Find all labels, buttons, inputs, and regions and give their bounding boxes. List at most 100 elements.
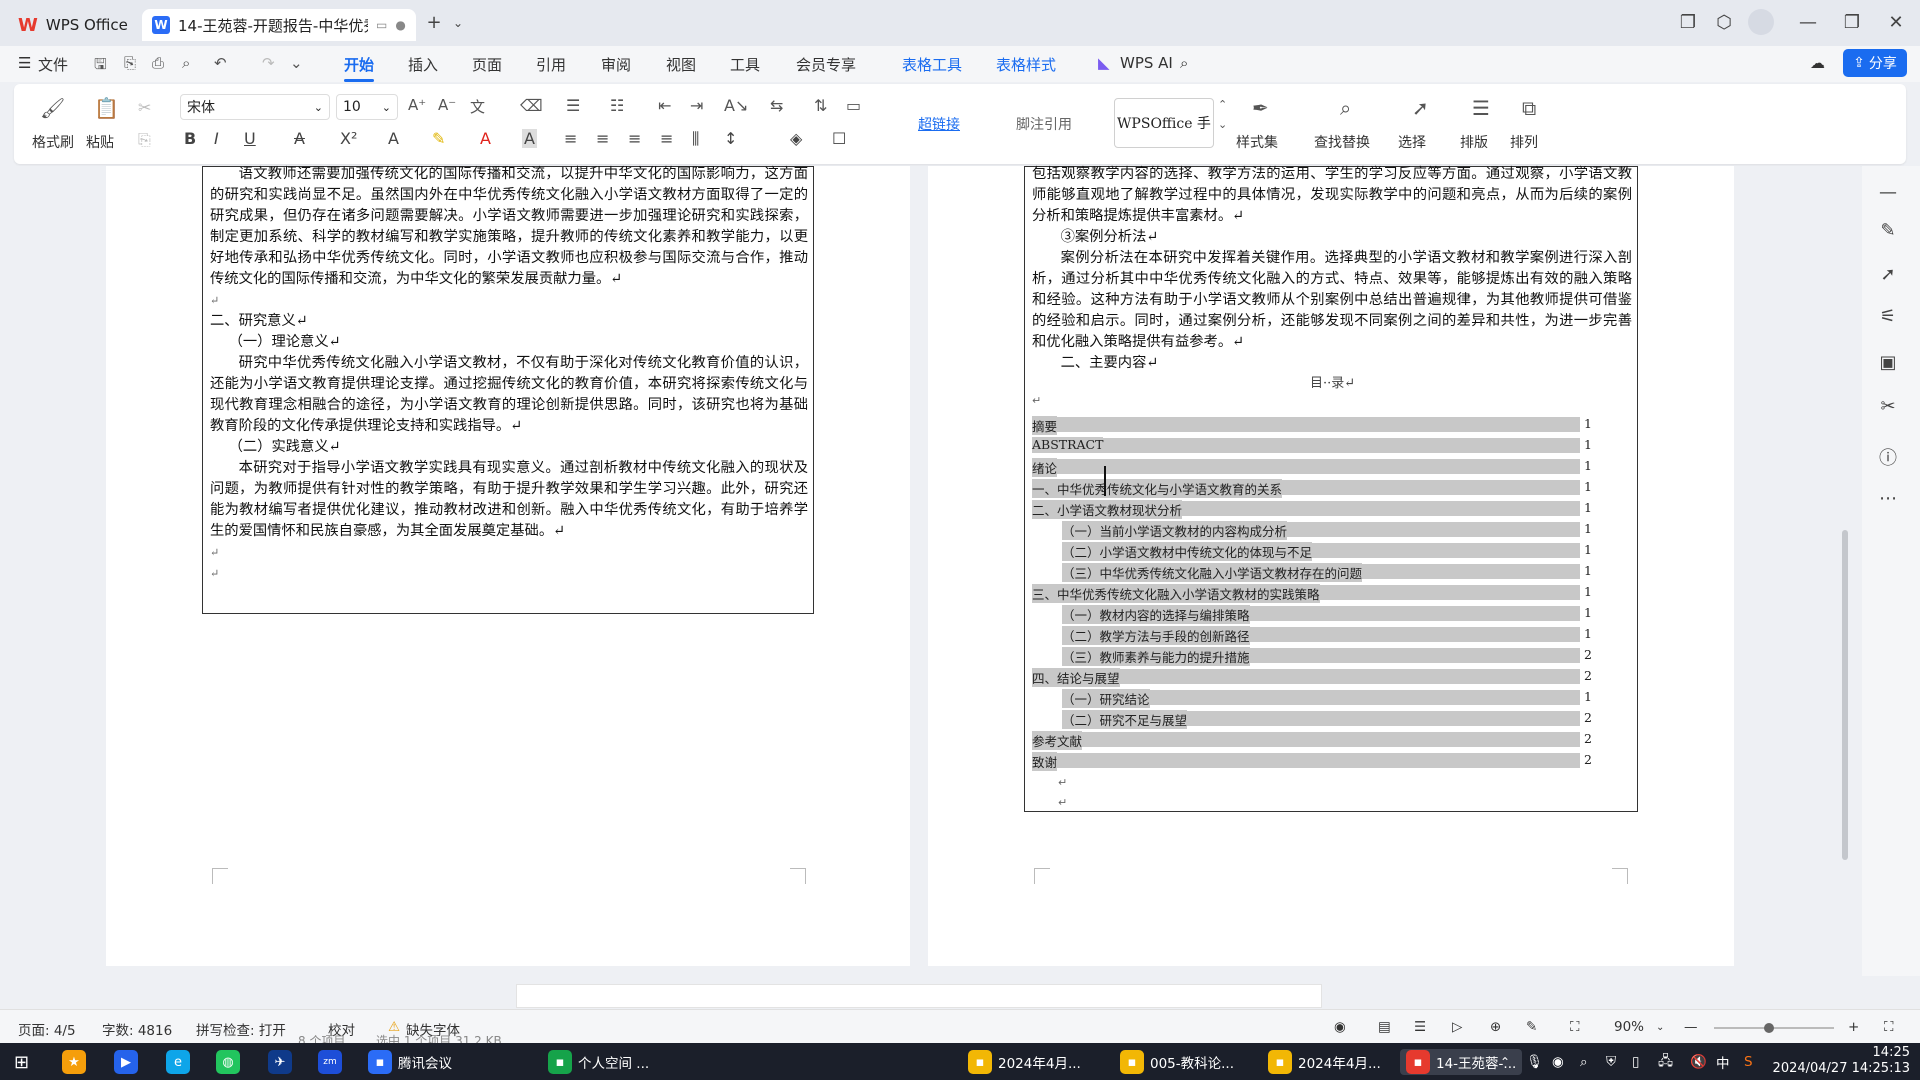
menu-table-tools[interactable]: 表格工具 [902, 54, 962, 75]
format-painter-button[interactable]: 格式刷 [32, 132, 74, 152]
taskbar-app[interactable]: ▪ 个人空间 ... [548, 1049, 649, 1075]
taskbar-app[interactable]: ▪ 005-教科论... [1120, 1049, 1234, 1075]
style-scroll-down-icon[interactable]: ⌄ [1218, 118, 1227, 131]
paste-button[interactable]: 粘贴 [86, 132, 114, 152]
windows-start-icon[interactable]: ⊞ [14, 1049, 29, 1075]
app-star-icon[interactable]: ★ [62, 1050, 86, 1074]
save-icon[interactable]: 🖫 [94, 54, 107, 79]
show-marks-icon[interactable]: ▭ [846, 96, 861, 115]
line-spacing-icon[interactable]: ↕ [724, 129, 737, 148]
arrange-button[interactable]: 排列 [1510, 132, 1538, 152]
toc-row[interactable]: （一）教材内容的选择与编排策略 1 [1032, 603, 1592, 624]
tray-mic-icon[interactable]: 🎙 [1526, 1049, 1543, 1075]
eye-protect-icon[interactable]: ◉ [1334, 1019, 1346, 1035]
toc-row[interactable]: （二）教学方法与手段的创新路径 1 [1032, 624, 1592, 645]
toc-row[interactable]: （三）中华优秀传统文化融入小学语文教材存在的问题 1 [1032, 561, 1592, 582]
font-name-select[interactable]: 宋体 ⌄ [180, 94, 330, 120]
app-browser-icon[interactable]: e [166, 1050, 190, 1074]
menu-member[interactable]: 会员专享 [796, 54, 856, 75]
tray-network-icon[interactable]: 🖧 [1658, 1049, 1673, 1075]
zoom-in-icon[interactable]: + [1848, 1019, 1859, 1035]
layout-button[interactable]: 排版 [1460, 132, 1488, 152]
select-button[interactable]: 选择 [1398, 132, 1426, 152]
zoom-slider-handle[interactable] [1764, 1023, 1774, 1033]
tab-monitor-icon[interactable]: ▭ [376, 18, 387, 32]
zoom-level[interactable]: 90% [1614, 1019, 1644, 1035]
select-cursor-icon[interactable]: ➚ [1876, 264, 1900, 285]
menu-tools[interactable]: 工具 [730, 54, 760, 75]
tab-document[interactable]: W 14-王苑蓉-开题报告-中华优秀 ▭ ● [142, 9, 416, 41]
redo-icon[interactable]: ↷ [262, 54, 275, 72]
toc-row[interactable]: （二）研究不足与展望 2 [1032, 708, 1592, 729]
font-color-icon[interactable]: A [480, 129, 491, 148]
superscript-icon[interactable]: X² [340, 129, 357, 148]
copy-icon[interactable]: ⎘ [138, 130, 151, 150]
align-right-icon[interactable]: ≡ [628, 129, 641, 148]
bullet-list-icon[interactable]: ☰ [566, 96, 580, 115]
style-set-button[interactable]: 样式集 [1236, 132, 1278, 152]
toc-row[interactable]: （一）研究结论 1 [1032, 687, 1592, 708]
numbered-list-icon[interactable]: ☷ [610, 96, 624, 115]
image-icon[interactable]: ▣ [1876, 352, 1900, 373]
menu-view[interactable]: 视图 [666, 54, 696, 75]
phonetic-icon[interactable]: 文 [470, 96, 485, 117]
increase-indent-icon[interactable]: ⇥ [690, 96, 703, 115]
table-of-contents[interactable]: 摘要 1 ABSTRACT 1 绪论 1 一、中华优秀传统文化与小学语文教育的关系 1 二、小学… [1032, 414, 1592, 771]
tray-search-icon[interactable]: ⌕ [1580, 1049, 1588, 1075]
app-wechat-icon[interactable]: ◍ [216, 1050, 240, 1074]
justify-icon[interactable]: ≡ [660, 129, 673, 148]
fullscreen-icon[interactable]: ⛶ [1884, 1019, 1893, 1035]
text-direction-icon[interactable]: A↘ [724, 96, 748, 115]
toc-row[interactable]: 绪论 1 [1032, 456, 1592, 477]
toc-row[interactable]: 参考文献 2 [1032, 729, 1592, 750]
menu-references[interactable]: 引用 [536, 54, 566, 75]
print-icon[interactable]: ⎙ [152, 54, 164, 72]
more-icon[interactable]: ⋯ [1876, 488, 1900, 509]
menu-home[interactable]: 开始 [344, 54, 375, 82]
menu-table-style[interactable]: 表格样式 [996, 54, 1056, 75]
taskbar-app[interactable]: ▪ 2024年4月... [1268, 1049, 1381, 1075]
toc-row[interactable]: （三）教师素养与能力的提升措施 2 [1032, 645, 1592, 666]
left-page-text[interactable]: 语文教师还需要加强传统文化的国际传播和交流，以提升中华文化的国际影响力，这方面的… [210, 164, 808, 584]
word-count[interactable]: 字数: 4816 [102, 1019, 172, 1039]
toc-row[interactable]: 致谢 2 [1032, 750, 1592, 771]
toc-row[interactable]: ABSTRACT 1 [1032, 435, 1592, 456]
toc-row[interactable]: 三、中华优秀传统文化融入小学语文教材的实践策略 1 [1032, 582, 1592, 603]
tray-sogou-icon[interactable]: S [1744, 1049, 1753, 1075]
clear-format-icon[interactable]: ⌫ [520, 96, 543, 115]
window-restore-icon[interactable]: ❐ [1676, 12, 1700, 33]
tray-chevron-icon[interactable]: ⌃ [1500, 1049, 1510, 1075]
decrease-indent-icon[interactable]: ⇤ [658, 96, 671, 115]
distributed-icon[interactable]: ⫼ [692, 129, 699, 149]
border-icon[interactable]: ☐ [832, 129, 846, 148]
help-icon[interactable]: ⓘ [1876, 444, 1900, 470]
app-zoom-icon[interactable]: zm [318, 1050, 342, 1074]
more-chevron-icon[interactable]: ⌄ [290, 54, 303, 72]
toc-row[interactable]: 四、结论与展望 2 [1032, 666, 1592, 687]
increase-font-icon[interactable]: A⁺ [408, 96, 426, 114]
collapse-icon[interactable]: — [1876, 182, 1900, 203]
adjust-icon[interactable]: ⚟ [1876, 306, 1900, 327]
maximize-icon[interactable]: ❐ [1840, 12, 1864, 33]
menu-file[interactable]: 文件 [38, 54, 68, 75]
hamburger-icon[interactable]: ☰ [18, 54, 31, 72]
search-icon[interactable]: ⌕ [1180, 54, 1188, 72]
tab-unsaved-dot-icon[interactable]: ● [395, 18, 405, 32]
font-size-select[interactable]: 10 ⌄ [336, 94, 398, 120]
zoom-out-icon[interactable]: — [1684, 1019, 1698, 1035]
zoom-chevron-icon[interactable]: ⌄ [1656, 1022, 1664, 1033]
italic-icon[interactable]: I [214, 129, 219, 148]
style-preview[interactable]: WPSOffice 手 [1114, 98, 1214, 148]
avatar[interactable] [1748, 9, 1774, 35]
right-page-text[interactable]: 包括观察教学内容的选择、教学方法的运用、学生的学习反应等方面。通过观察，小学语文… [1032, 164, 1632, 374]
page-indicator[interactable]: 页面: 4/5 [18, 1019, 76, 1039]
play-icon[interactable]: ▷ [1452, 1019, 1462, 1035]
taskbar-app[interactable]: ▪ 2024年4月... [968, 1049, 1081, 1075]
toc-row[interactable]: 一、中华优秀传统文化与小学语文教育的关系 1 [1032, 477, 1592, 498]
convert-icon[interactable]: ⇆ [770, 96, 783, 115]
tools-icon[interactable]: ✂ [1876, 396, 1900, 417]
menu-page[interactable]: 页面 [472, 54, 502, 75]
tab-wps-office[interactable]: W WPS Office [8, 9, 138, 41]
fit-page-icon[interactable]: ⛶ [1570, 1019, 1579, 1035]
underline-icon[interactable]: U [244, 129, 256, 148]
